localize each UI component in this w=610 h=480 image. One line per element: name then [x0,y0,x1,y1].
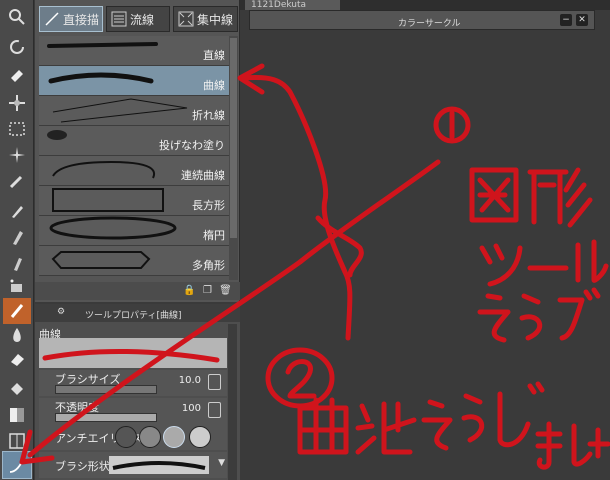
brush-item-label: 投げなわ塗り [159,139,225,152]
fill-tool-icon[interactable] [3,376,31,402]
gradient-tool-icon[interactable] [3,402,31,428]
tab-label: 流線 [130,12,155,27]
brush-tool-icon[interactable] [3,250,31,276]
brush-stroke-preview [47,42,158,48]
brush-shape-select[interactable] [109,456,209,474]
rotate-tool-icon[interactable] [3,34,31,60]
tab-focus-lines[interactable]: 集中線 [173,6,238,32]
brush-stroke-preview [47,130,67,140]
decoration-tool-icon[interactable] [3,298,31,324]
figure-tool-icon[interactable] [2,451,32,479]
tool-property-panel: ⚙ ツールプロパティ[曲線] 曲線 ⌕ ブラシサイズ 10.0 不透明度 100… [35,304,267,480]
subtool-panel: 直接描 流線 集中線 直線 曲線 折れ線 投げなわ塗り 連続曲線 長方形 楕円 [35,0,240,302]
tool-property-header: ⚙ ツールプロパティ[曲線] [35,304,240,322]
tool-strip [0,0,34,480]
brush-item-label: 曲線 [203,79,225,92]
eraser-tool-icon[interactable] [3,346,31,372]
brush-stroke-preview [52,98,188,123]
brush-stroke-preview [48,72,154,84]
brush-size-row[interactable]: ブラシサイズ 10.0 [39,370,227,396]
brush-size-slider[interactable] [55,385,157,394]
subtool-tab-bar: 直接描 流線 集中線 [35,4,240,34]
antialias-none[interactable] [115,426,137,448]
brush-item-label: 多角形 [192,259,225,272]
tab-direct-draw[interactable]: 直接描 [39,6,103,32]
move-layer-icon[interactable] [3,90,31,116]
brush-item-label: 楕円 [203,229,225,242]
brush-item-curve[interactable]: 曲線 [39,66,229,96]
zoom-tool-icon[interactable] [3,4,31,30]
selection-icon[interactable] [3,116,31,142]
tool-property-title: ツールプロパティ[曲線] [85,311,182,321]
opacity-row[interactable]: 不透明度 100 [39,398,227,424]
airbrush-tool-icon[interactable] [3,274,31,300]
brush-item-label: 連続曲線 [181,169,225,182]
tab-flow-lines[interactable]: 流線 [106,6,170,32]
brush-size-value: 10.0 [178,375,201,386]
speed-lines-icon [111,11,127,27]
brush-item-label: 折れ線 [192,109,225,122]
antialias-row[interactable]: アンチエイリアス [39,424,227,450]
subtool-scrollbar[interactable] [229,36,238,280]
brush-shape-row[interactable]: ブラシ形状 ▼ [39,452,227,478]
frame-tool-icon[interactable] [3,428,31,454]
operation-tool-icon[interactable] [3,62,31,88]
document-tab[interactable]: 1121Dekuta [245,0,340,10]
property-scrollbar[interactable] [228,324,237,480]
canvas-area[interactable] [240,31,610,480]
blend-tool-icon[interactable] [3,322,31,348]
copy-subtool-icon[interactable]: ❐ [201,284,214,297]
brush-shape-label: ブラシ形状 [55,460,110,473]
antialias-strong[interactable] [189,426,211,448]
brush-item-rectangle[interactable]: 長方形 [39,186,229,216]
tab-label: 直接描 [63,12,100,27]
color-circle-titlebar[interactable]: カラーサークル − ✕ [249,10,595,30]
brush-stroke-preview [52,188,164,212]
opacity-value: 100 [181,403,201,414]
pen-tool-icon[interactable] [3,198,31,224]
pressure-toggle[interactable] [208,374,221,390]
brush-stroke-preview [52,160,156,179]
gear-icon[interactable]: ⚙ [57,307,65,317]
antialias-medium[interactable] [163,426,185,448]
brush-item-label: 長方形 [192,199,225,212]
trash-icon[interactable]: 🗑 [219,284,232,297]
opacity-pressure-toggle[interactable] [208,402,221,418]
brush-item-straight-line[interactable]: 直線 [39,36,229,66]
brush-item-label: 直線 [203,49,225,62]
subtool-footer: 🔒 ❐ 🗑 [35,282,240,300]
brush-item-polyline[interactable]: 折れ線 [39,96,229,126]
stroke-preview [39,338,227,368]
lock-icon[interactable]: 🔒 [183,284,196,297]
focus-lines-icon [178,11,194,27]
chevron-down-icon[interactable]: ▼ [218,458,225,468]
eyedropper-icon[interactable] [3,168,31,194]
minimize-icon[interactable]: − [560,14,572,26]
tab-label: 集中線 [197,12,234,27]
brush-item-lasso-fill[interactable]: 投げなわ塗り [39,126,229,156]
brush-item-continuous-curve[interactable]: 連続曲線 [39,156,229,186]
antialias-weak[interactable] [139,426,161,448]
pencil-tool-icon[interactable] [3,224,31,250]
brush-item-polygon[interactable]: 多角形 [39,246,229,276]
opacity-slider[interactable] [55,413,157,422]
brush-stroke-preview [51,251,151,269]
pen-line-icon [44,11,60,27]
brush-item-ellipse[interactable]: 楕円 [39,216,229,246]
close-icon[interactable]: ✕ [576,14,588,26]
color-circle-title: カラーサークル [398,19,461,29]
auto-select-icon[interactable] [3,142,31,168]
brush-stroke-preview [49,216,177,240]
